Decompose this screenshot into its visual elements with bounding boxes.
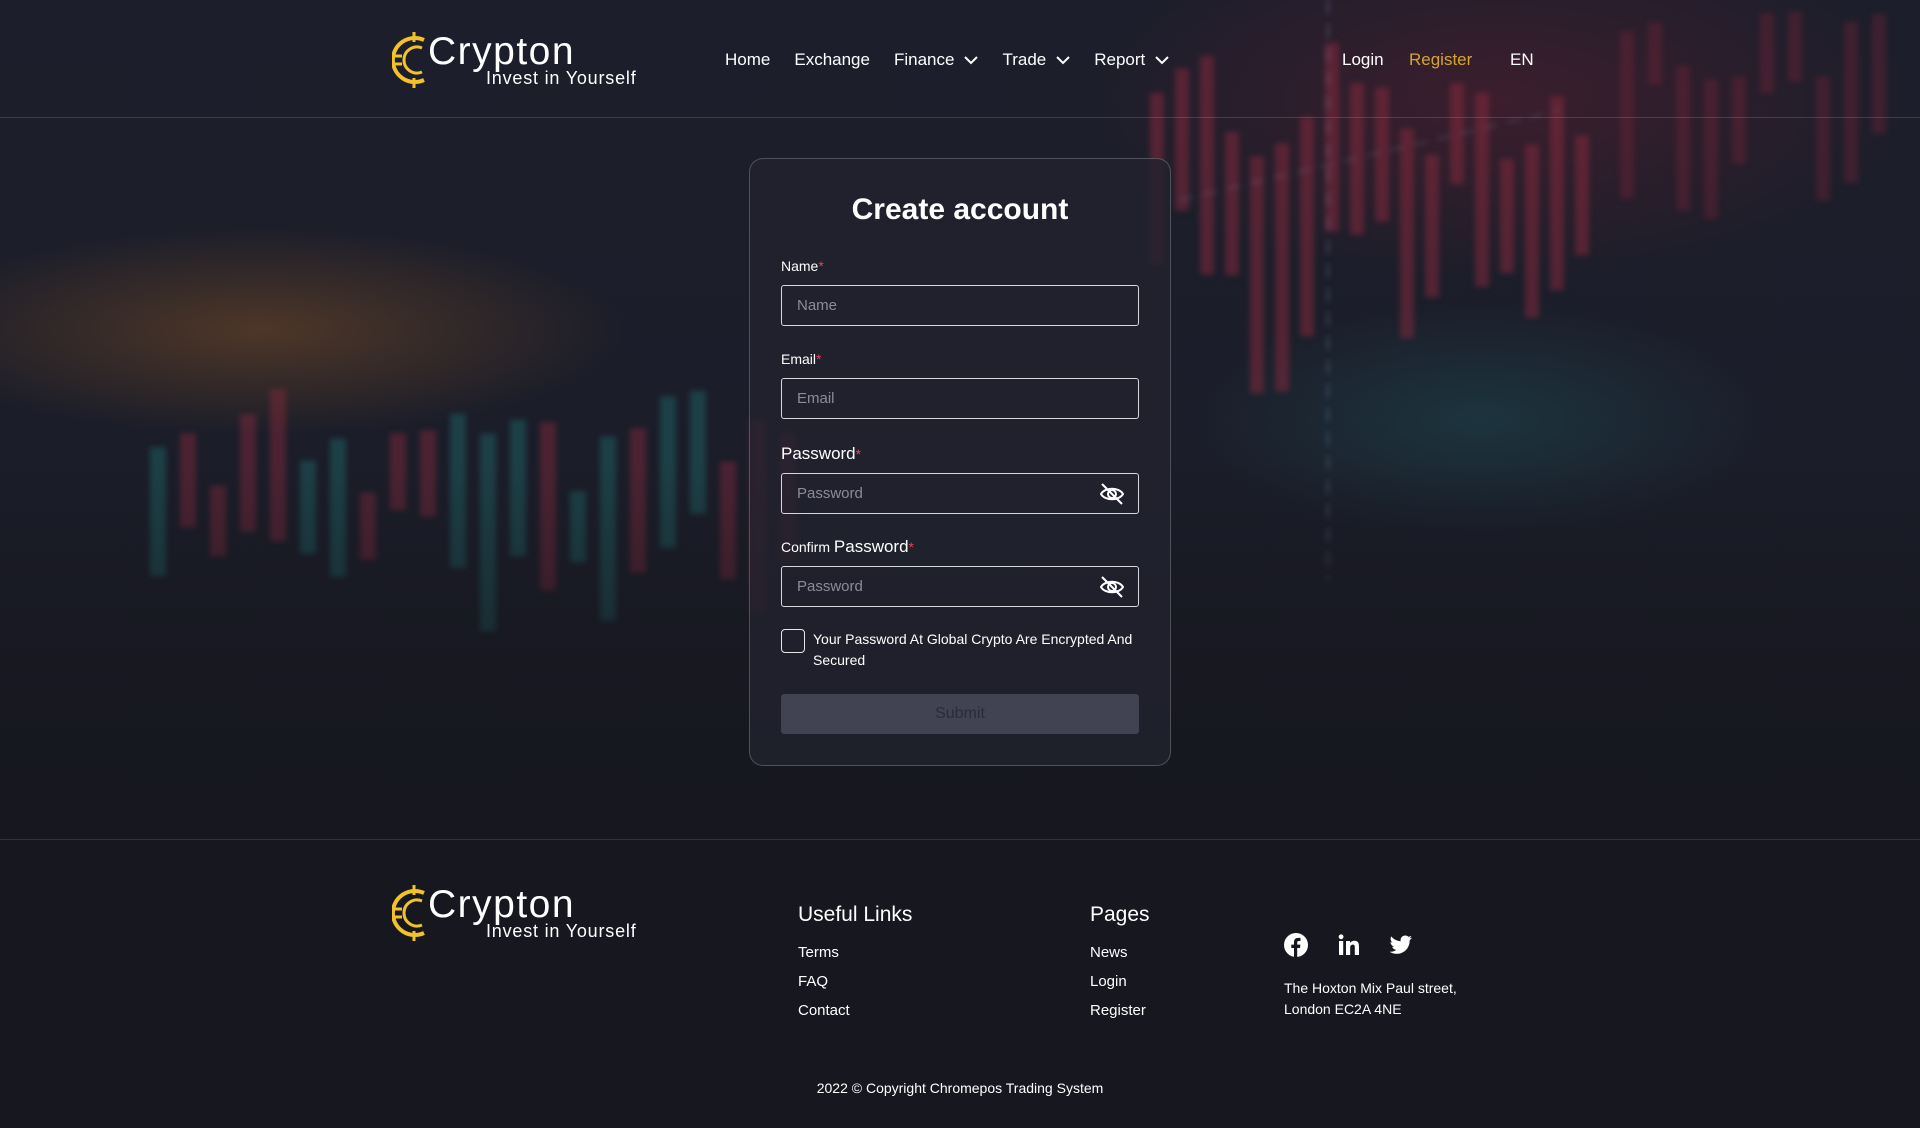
required-mark: * [818, 258, 824, 274]
chevron-down-icon [1056, 55, 1070, 64]
address-line-2: London EC2A 4NE [1284, 1001, 1402, 1017]
login-link[interactable]: Login [1342, 50, 1384, 70]
footer-link-contact[interactable]: Contact [798, 1002, 850, 1019]
submit-button[interactable]: Submit [781, 694, 1139, 734]
required-mark: * [816, 351, 822, 367]
confirm-password-field-box [781, 566, 1139, 607]
nav-trade[interactable]: Trade [1002, 50, 1070, 70]
eye-off-icon[interactable] [1099, 482, 1125, 506]
footer-link-faq[interactable]: FAQ [798, 973, 828, 990]
encryption-checkbox-label: Your Password At Global Crypto Are Encry… [813, 631, 1133, 668]
confirm-label-word: Password [833, 537, 909, 556]
header-logo[interactable]: Crypton Invest in Yourself [392, 26, 642, 96]
footer-logo[interactable]: Crypton Invest in Yourself [392, 879, 642, 949]
nav-trade-label: Trade [1002, 50, 1047, 69]
twitter-icon[interactable] [1389, 933, 1413, 957]
email-label-text: Email [781, 351, 817, 367]
required-mark: * [855, 446, 862, 462]
language-selector[interactable]: EN [1510, 50, 1534, 70]
email-field-box [781, 378, 1139, 419]
footer-link-terms[interactable]: Terms [798, 944, 839, 961]
footer-link-login[interactable]: Login [1090, 973, 1127, 990]
site-footer: Crypton Invest in Yourself Useful Links … [0, 839, 1920, 1128]
confirm-password-input[interactable] [782, 567, 1138, 606]
password-input[interactable] [782, 474, 1138, 513]
footer-link-register[interactable]: Register [1090, 1002, 1146, 1019]
name-label-text: Name [781, 258, 819, 274]
password-field-box [781, 473, 1139, 514]
address-line-1: The Hoxton Mix Paul street, [1284, 980, 1457, 996]
nav-home[interactable]: Home [725, 50, 770, 70]
company-address: The Hoxton Mix Paul street, London EC2A … [1284, 978, 1504, 1020]
form-title: Create account [851, 193, 1069, 226]
nav-finance[interactable]: Finance [893, 50, 979, 70]
linkedin-icon[interactable] [1337, 933, 1361, 957]
password-label-text: Password [781, 444, 856, 463]
nav-exchange-label: Exchange [794, 50, 870, 69]
encryption-checkbox[interactable] [781, 629, 805, 653]
facebook-icon[interactable] [1284, 933, 1308, 957]
nav-report[interactable]: Report [1094, 50, 1169, 70]
confirm-password-label: Confirm Password* [781, 537, 914, 557]
brand-tagline: Invest in Yourself [486, 68, 637, 88]
copyright-text: 2022 © Copyright Chromepos Trading Syste… [816, 1080, 1104, 1096]
name-label: Name* [781, 258, 824, 274]
nav-report-label: Report [1094, 50, 1146, 69]
name-input[interactable] [782, 286, 1138, 325]
name-field-box [781, 285, 1139, 326]
chevron-down-icon [1155, 55, 1169, 64]
create-account-form: Create account Name* Email* Password* Co… [749, 158, 1171, 766]
site-header: Crypton Invest in Yourself Home Exchange… [0, 0, 1920, 118]
email-input[interactable] [782, 379, 1138, 418]
nav-exchange[interactable]: Exchange [794, 50, 870, 70]
footer-brand-tagline: Invest in Yourself [486, 921, 637, 941]
email-label: Email* [781, 351, 821, 367]
required-mark: * [908, 539, 914, 555]
nav-home-label: Home [725, 50, 771, 69]
pages-title: Pages [1090, 903, 1150, 926]
main-nav: Home Exchange Finance Trade Report [725, 50, 1169, 70]
nav-finance-label: Finance [893, 50, 955, 69]
confirm-label-prefix: Confirm [781, 539, 831, 555]
chevron-down-icon [964, 55, 979, 64]
password-label: Password* [781, 444, 861, 464]
eye-off-icon[interactable] [1099, 575, 1125, 599]
register-link[interactable]: Register [1409, 50, 1472, 70]
useful-links-title: Useful Links [798, 903, 913, 926]
footer-link-news[interactable]: News [1090, 944, 1128, 961]
